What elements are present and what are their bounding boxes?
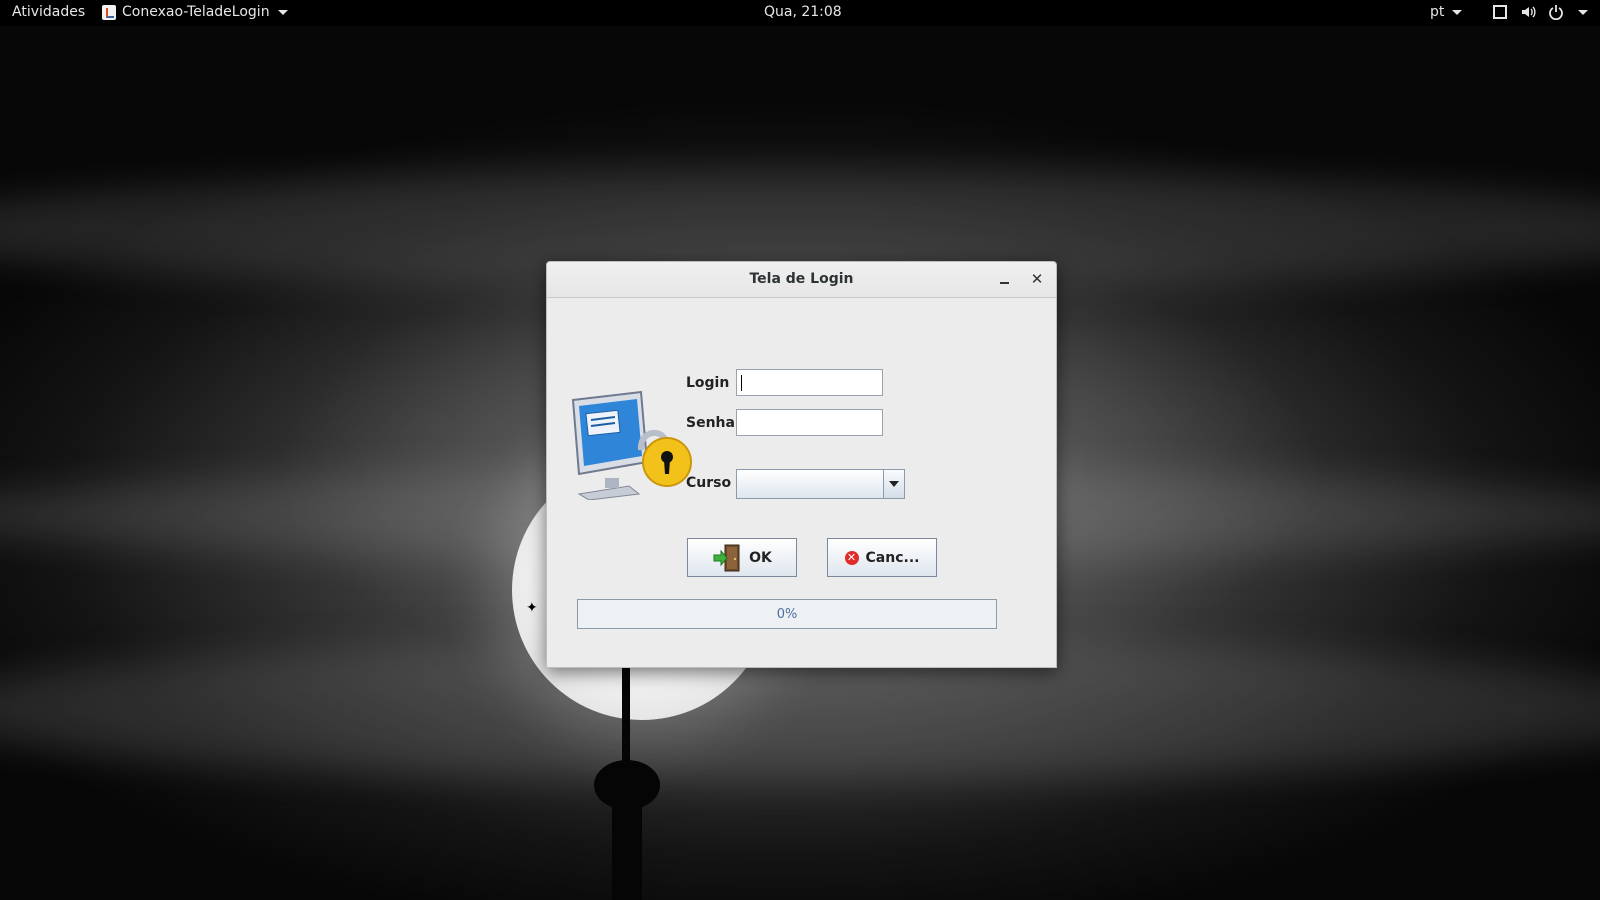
login-input[interactable] [736,369,883,396]
dialog-titlebar[interactable]: Tela de Login ✕ [547,262,1056,298]
power-icon[interactable] [1548,4,1564,20]
top-bar: Atividades Conexao-TeladeLogin Qua, 21:0… [0,0,1600,26]
app-menu-label: Conexao-TeladeLogin [122,4,270,20]
chevron-down-icon[interactable] [1578,9,1588,15]
wallpaper-bird: ✦ [526,600,538,616]
login-label: Login [686,375,730,391]
volume-icon[interactable] [1520,4,1536,20]
ok-button[interactable]: OK [687,538,797,577]
curso-select[interactable] [736,469,905,499]
chevron-down-icon [277,9,288,15]
progress-bar: 0% [577,599,997,629]
java-app-icon [102,4,116,20]
cancel-button-label: Canc... [865,549,920,566]
language-menu[interactable]: pt [1430,4,1463,20]
curso-label: Curso [686,475,732,491]
system-tray[interactable] [1492,4,1588,20]
clock[interactable]: Qua, 21:08 [764,4,842,20]
close-button[interactable]: ✕ [1027,269,1047,289]
login-dialog: Tela de Login ✕ Login Senha Curso OK ✕ C… [546,261,1057,668]
password-input[interactable] [736,409,883,436]
senha-label: Senha [686,415,735,431]
chevron-down-icon[interactable] [883,470,904,498]
minimize-button[interactable] [994,269,1014,289]
dialog-title: Tela de Login [749,271,854,287]
minimize-icon [999,281,1009,284]
wallpaper-tower-shaft [612,800,642,900]
ok-button-label: OK [749,549,772,566]
app-menu[interactable]: Conexao-TeladeLogin [102,4,288,20]
window-icon[interactable] [1492,4,1508,20]
cancel-button[interactable]: ✕ Canc... [827,538,937,577]
cancel-icon: ✕ [844,550,859,565]
progress-text: 0% [776,607,798,622]
text-cursor [741,375,742,391]
close-icon: ✕ [1030,270,1044,288]
chevron-down-icon [1452,9,1463,15]
desktop: ✦ Atividades Conexao-TeladeLogin Qua, 21… [0,0,1600,900]
computer-lock-icon [571,390,692,500]
activities-button[interactable]: Atividades [12,4,85,20]
language-label: pt [1430,4,1445,20]
door-enter-icon [713,544,740,571]
